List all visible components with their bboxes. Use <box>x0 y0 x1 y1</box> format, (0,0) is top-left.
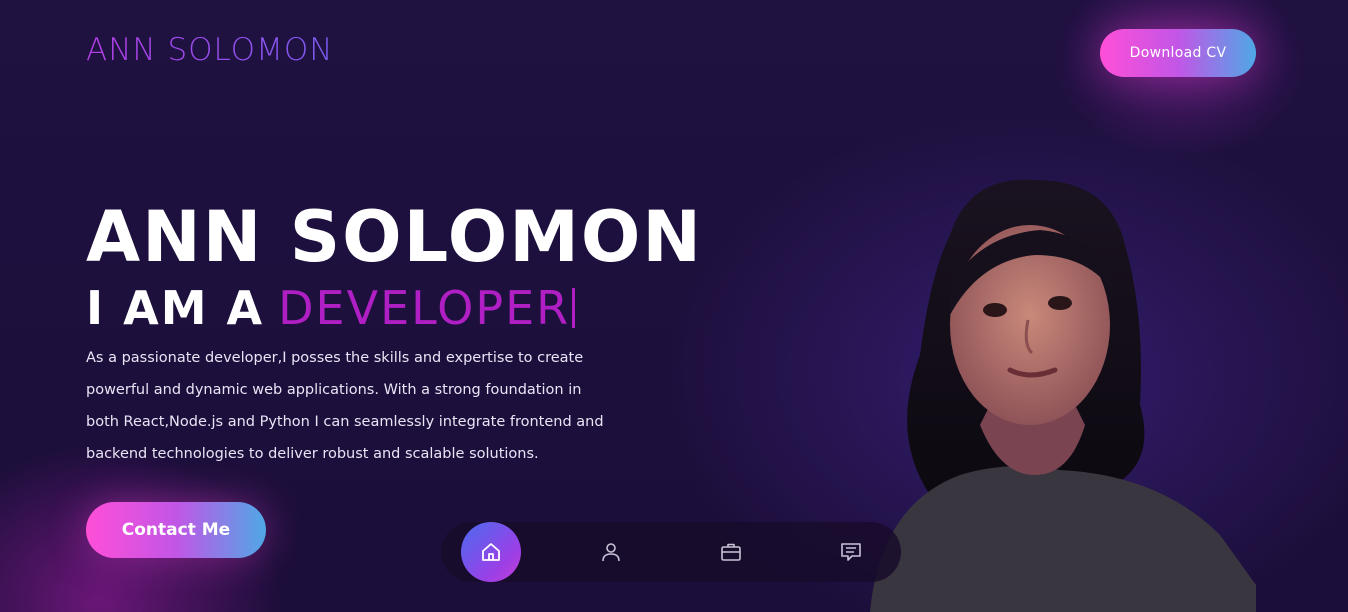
tagline-role: DEVELOPER <box>278 281 571 335</box>
download-cv-button[interactable]: Download CV <box>1100 29 1256 77</box>
user-icon <box>602 543 620 562</box>
contact-me-button[interactable]: Contact Me <box>86 502 266 558</box>
home-icon <box>482 543 500 561</box>
briefcase-icon <box>721 543 741 561</box>
site-logo[interactable]: ANN SOLOMON <box>86 32 333 68</box>
hero-tagline: I AM A DEVELOPER <box>86 285 576 331</box>
profile-photo <box>870 179 1256 612</box>
hero-description: As a passionate developer,I posses the s… <box>86 350 604 462</box>
chat-icon <box>841 543 861 561</box>
nav-about[interactable] <box>581 522 641 582</box>
bottom-nav <box>441 522 901 582</box>
hero-name: ANN SOLOMON <box>86 196 703 278</box>
nav-contact[interactable] <box>821 522 881 582</box>
nav-work[interactable] <box>701 522 761 582</box>
tagline-intro: I AM A <box>86 281 265 335</box>
typing-cursor <box>572 288 576 328</box>
nav-home[interactable] <box>461 522 521 582</box>
